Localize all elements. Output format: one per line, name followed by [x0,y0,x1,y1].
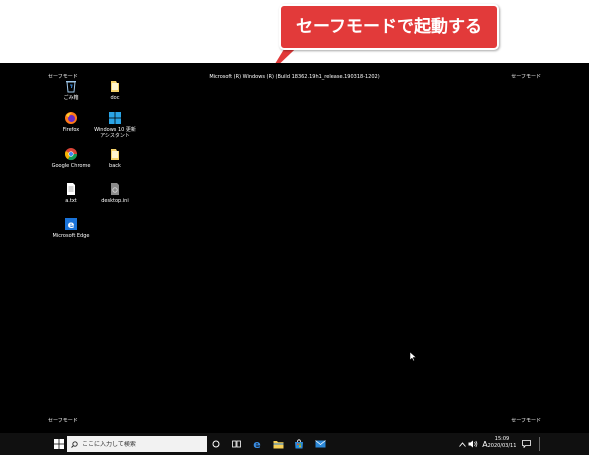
desktop-icon-update-assistant[interactable]: Windows 10 更新アシスタント [92,111,138,139]
desktop-icon-label: a.txt [65,198,77,204]
taskbar-mail-button[interactable] [312,433,328,455]
desktop-icon-a-txt[interactable]: a.txt [48,182,94,204]
file-explorer-icon [273,440,283,448]
windows-update-assistant-icon [108,111,122,125]
clock-time: 15:09 [494,436,510,442]
folder-icon [108,79,122,93]
task-view-button[interactable] [228,433,244,455]
recycle-bin-icon [64,79,78,93]
start-button[interactable] [50,433,68,455]
store-icon [295,439,303,449]
desktop-icon-label: Windows 10 更新アシスタント [94,127,136,139]
desktop-icon-label: ごみ箱 [63,95,79,101]
taskbar: e A 15:09 2020/03/11 [0,433,589,455]
show-desktop-divider [539,437,540,451]
callout-annotation: セーフモードで起動する [279,4,499,50]
mail-icon [314,440,326,448]
edge-icon: e [253,439,260,449]
folder-icon [108,147,122,161]
desktop-icon-doc-folder[interactable]: doc [92,79,138,101]
taskbar-clock[interactable]: 15:09 2020/03/11 [487,436,517,450]
edge-icon: e [64,217,78,231]
callout-text: セーフモードで起動する [296,17,482,37]
search-input[interactable] [78,440,202,448]
desktop-icon-back-folder[interactable]: back [92,147,138,169]
chrome-icon [64,147,78,161]
action-center-button[interactable] [519,433,533,455]
desktop-icon-label: Google Chrome [51,163,91,169]
safe-mode-label-bottom-left: セーフモード [48,418,78,424]
taskbar-search-box[interactable] [67,436,207,452]
search-icon [71,440,78,448]
svg-text:e: e [68,220,75,231]
volume-button[interactable] [467,433,479,455]
desktop-icon-label: Firefox [62,127,80,133]
chevron-up-icon [458,441,466,447]
desktop-icon-label: doc [110,95,120,101]
show-hidden-icons-button[interactable] [457,433,467,455]
desktop-icon-recycle-bin[interactable]: ごみ箱 [48,79,94,101]
speaker-icon [468,440,478,448]
task-view-icon [231,440,241,448]
show-desktop-button[interactable] [538,433,541,455]
windows-logo-icon [54,439,64,449]
desktop-icon-label: back [109,163,121,169]
svg-text:e: e [253,439,260,449]
safe-mode-label-bottom-right: セーフモード [511,418,541,424]
clock-date: 2020/03/11 [487,443,517,449]
cortana-icon [212,440,220,448]
desktop-icon-firefox[interactable]: Firefox [48,111,94,133]
taskbar-edge-button[interactable]: e [249,433,265,455]
text-file-icon [64,182,78,196]
desktop-icon-chrome[interactable]: Google Chrome [48,147,94,169]
taskbar-file-explorer-button[interactable] [270,433,286,455]
desktop-icon-label: desktop.ini [101,198,129,204]
desktop-icon-desktop-ini[interactable]: desktop.ini [92,182,138,204]
settings-file-icon [108,182,122,196]
notification-icon [521,440,531,448]
mouse-cursor-icon [409,351,417,362]
cortana-button[interactable] [208,433,224,455]
desktop-icon-edge[interactable]: e Microsoft Edge [48,217,94,239]
taskbar-store-button[interactable] [291,433,307,455]
desktop-icon-label: Microsoft Edge [52,233,90,239]
desktop: セーフモード セーフモード Microsoft (R) Windows (R) … [0,63,589,455]
firefox-icon [64,111,78,125]
